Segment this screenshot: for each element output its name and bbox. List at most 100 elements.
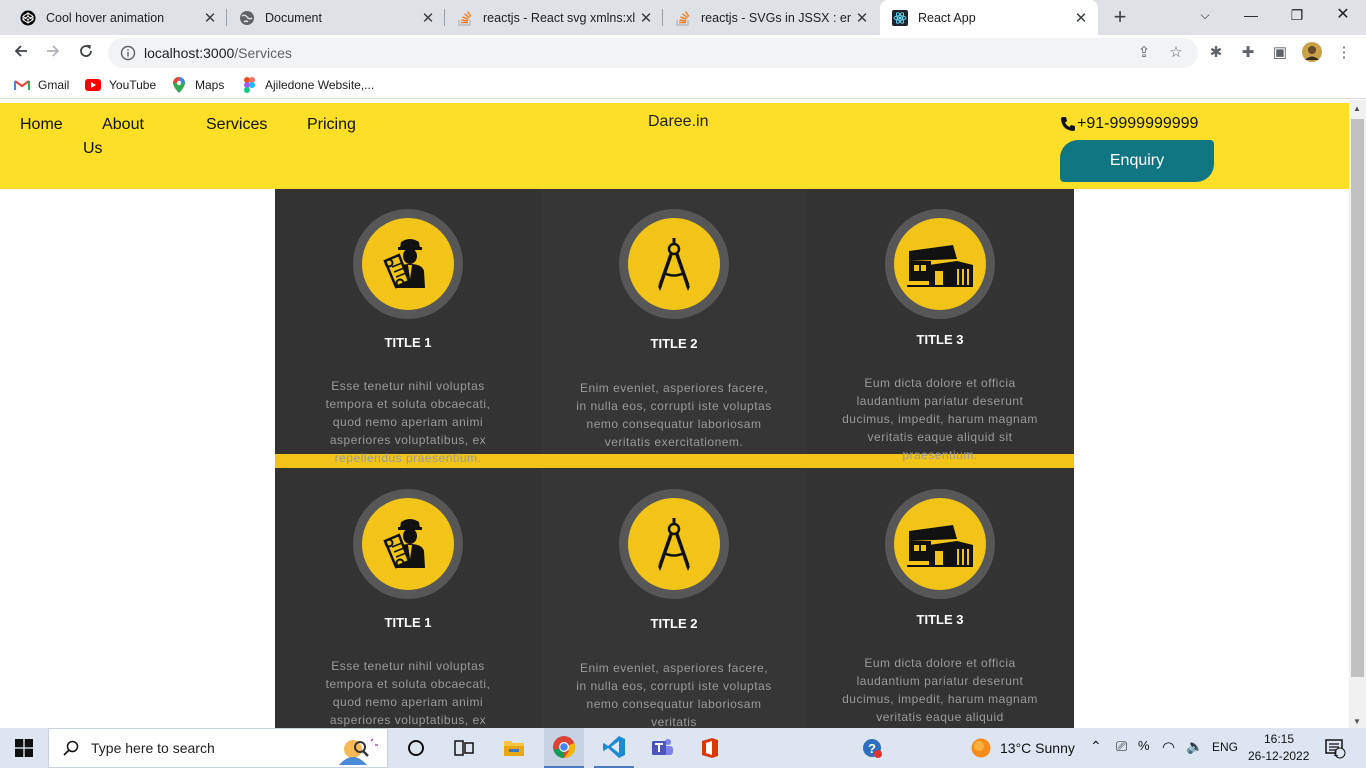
search-highlight-icon	[339, 738, 378, 765]
forward-button[interactable]	[40, 40, 66, 66]
bookmarks-bar: Gmail YouTube Maps Ajiledone Website,...	[0, 71, 1366, 99]
chevron-up-icon[interactable]: ⌃	[1090, 738, 1102, 755]
language-indicator[interactable]: ENG	[1212, 740, 1238, 754]
scroll-down-icon[interactable]: ▼	[1353, 717, 1361, 726]
figma-icon	[241, 77, 257, 93]
windows-icon	[15, 739, 33, 757]
bookmark-maps[interactable]: Maps	[171, 76, 224, 94]
close-tab-icon[interactable]: ✕	[1070, 9, 1092, 27]
help-icon[interactable]: ?	[858, 728, 886, 768]
nav-about-line2[interactable]: Us	[83, 137, 103, 161]
weather-sunny-icon[interactable]	[966, 728, 996, 768]
side-panel-icon[interactable]: ▣	[1270, 43, 1290, 63]
file-explorer-icon[interactable]	[496, 728, 532, 768]
tab-document[interactable]: Document ✕	[227, 0, 445, 35]
new-tab-button[interactable]: +	[1108, 5, 1132, 29]
card-text: Enim eveniet, asperiores facere, in null…	[576, 661, 772, 728]
page-scrollbar[interactable]: ▲ ▼	[1349, 100, 1366, 728]
scroll-up-icon[interactable]: ▲	[1353, 104, 1361, 113]
teams-taskbar-icon[interactable]	[642, 728, 682, 768]
reload-icon	[80, 44, 92, 57]
minimize-button[interactable]: —	[1228, 0, 1274, 30]
tab-title: Document	[265, 10, 322, 25]
clock-time[interactable]: 16:15	[1264, 732, 1294, 746]
card-title: TITLE 1	[384, 615, 432, 630]
compass-icon	[619, 489, 729, 599]
tab-svgs-in-jssx[interactable]: reactjs - SVGs in JSSX : enabl ✕	[663, 0, 879, 35]
notifications-button[interactable]: 1	[1320, 728, 1350, 768]
address-bar[interactable]: localhost:3000/Services ⇪ ☆	[108, 38, 1198, 68]
phone-number[interactable]: +91-9999999999	[1060, 115, 1198, 133]
card-text: Esse tenetur nihil voluptas tempora et s…	[325, 379, 491, 465]
bookmark-ajiledone[interactable]: Ajiledone Website,...	[241, 76, 374, 94]
nav-pricing[interactable]: Pricing	[307, 113, 356, 137]
site-header: Home About Us Services Pricing Daree.in …	[0, 103, 1349, 189]
globe-icon	[239, 10, 255, 26]
engineer-icon	[353, 489, 463, 599]
bug-icon[interactable]: ✱	[1206, 43, 1226, 63]
input-method-icon[interactable]: %	[1138, 738, 1150, 753]
phone-icon	[1061, 117, 1075, 131]
bookmark-gmail[interactable]: Gmail	[14, 76, 69, 94]
reload-button[interactable]	[73, 40, 99, 66]
card-text: Enim eveniet, asperiores facere, in null…	[576, 381, 772, 449]
back-button[interactable]	[8, 40, 34, 66]
taskbar-search[interactable]: Type here to search	[48, 728, 388, 768]
card-title: TITLE 3	[916, 332, 964, 347]
service-card: TITLE 3 Eum dicta dolore et officia laud…	[807, 469, 1073, 728]
tab-title: reactjs - SVGs in JSSX : enabl	[701, 10, 851, 25]
tab-cool-hover-animation[interactable]: Cool hover animation ✕	[0, 0, 227, 35]
wifi-icon[interactable]: ◠	[1162, 738, 1175, 756]
nav-services[interactable]: Services	[206, 113, 267, 137]
windows-taskbar: Type here to search ? 13°C Sunny ⌃ ⎚ % ◠…	[0, 728, 1366, 768]
share-icon[interactable]: ⇪	[1134, 43, 1154, 63]
tab-react-svg-xmlns[interactable]: reactjs - React svg xmlns:xlink ✕	[445, 0, 663, 35]
service-card: TITLE 2 Enim eveniet, asperiores facere,…	[541, 469, 807, 728]
arrow-right-icon	[47, 45, 60, 57]
chrome-taskbar-icon[interactable]	[544, 728, 584, 768]
stackoverflow-icon	[675, 10, 691, 26]
services-grid: TITLE 1 Esse tenetur nihil voluptas temp…	[275, 189, 1074, 728]
bookmark-youtube[interactable]: YouTube	[85, 76, 156, 94]
bookmark-star-icon[interactable]: ☆	[1166, 43, 1186, 63]
tab-react-app[interactable]: React App ✕	[880, 0, 1098, 35]
task-view-icon[interactable]	[446, 728, 482, 768]
clock-date[interactable]: 26-12-2022	[1248, 749, 1309, 763]
cortana-icon[interactable]	[398, 728, 434, 768]
restore-button[interactable]: ❐	[1274, 0, 1320, 30]
service-card: TITLE 2 Enim eveniet, asperiores facere,…	[541, 189, 807, 454]
building-icon	[885, 209, 995, 319]
volume-icon[interactable]: 🔈	[1186, 738, 1203, 755]
card-title: TITLE 2	[650, 336, 698, 351]
office-taskbar-icon[interactable]	[690, 728, 730, 768]
avatar[interactable]	[1302, 42, 1322, 62]
close-tab-icon[interactable]: ✕	[851, 9, 873, 27]
nav-home[interactable]: Home	[20, 113, 63, 137]
close-window-button[interactable]: ✕	[1320, 0, 1366, 30]
tab-search-icon[interactable]: ⌵	[1182, 0, 1228, 30]
menu-kebab-icon[interactable]: ⋮	[1334, 43, 1354, 63]
enquiry-button[interactable]: Enquiry	[1060, 140, 1214, 182]
info-icon[interactable]	[120, 45, 136, 61]
youtube-icon	[85, 77, 101, 93]
tab-title: Cool hover animation	[46, 10, 165, 25]
start-button[interactable]	[0, 728, 48, 768]
engineer-icon	[353, 209, 463, 319]
vscode-taskbar-icon[interactable]	[594, 728, 634, 768]
nav-about[interactable]: About	[83, 113, 163, 137]
close-tab-icon[interactable]: ✕	[417, 9, 439, 27]
extensions-icon[interactable]: ✚	[1238, 43, 1258, 63]
brand-logo[interactable]: Daree.in	[648, 113, 708, 131]
card-title: TITLE 2	[650, 616, 698, 631]
tab-title: reactjs - React svg xmlns:xlink	[483, 10, 635, 25]
close-tab-icon[interactable]: ✕	[635, 9, 657, 27]
maps-icon	[171, 77, 187, 93]
notification-count: 1	[1333, 748, 1339, 759]
scrollbar-thumb[interactable]	[1351, 119, 1364, 677]
close-tab-icon[interactable]: ✕	[199, 9, 221, 27]
card-text: Eum dicta dolore et officia laudantium p…	[842, 376, 1038, 462]
weather-text[interactable]: 13°C Sunny	[1000, 740, 1075, 756]
service-card: TITLE 3 Eum dicta dolore et officia laud…	[807, 189, 1073, 462]
page-viewport: Home About Us Services Pricing Daree.in …	[0, 100, 1366, 728]
meet-now-icon[interactable]: ⎚	[1116, 738, 1127, 755]
